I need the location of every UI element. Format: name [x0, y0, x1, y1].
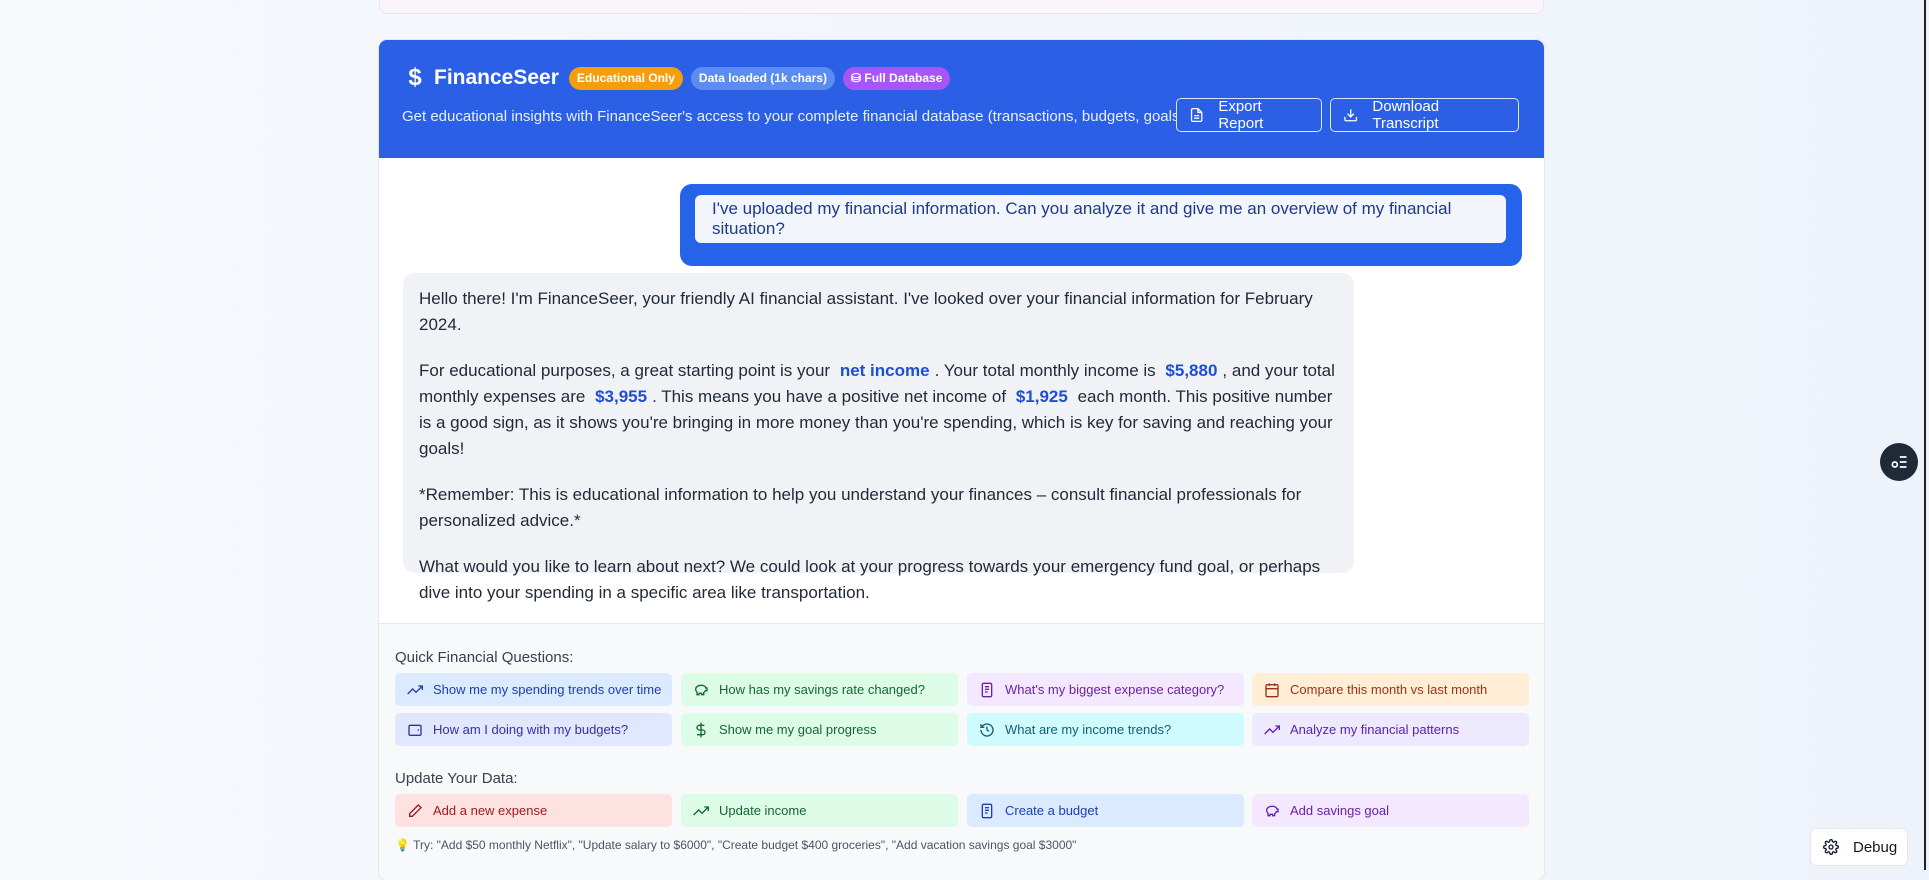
quick-question-budgets[interactable]: How am I doing with my budgets?: [395, 713, 672, 746]
quick-question-financial-patterns[interactable]: Analyze my financial patterns: [1252, 713, 1529, 746]
quick-question-savings-rate[interactable]: How has my savings rate changed?: [681, 673, 958, 706]
quick-question-biggest-expense[interactable]: What's my biggest expense category?: [967, 673, 1244, 706]
assistant-paragraph-3: *Remember: This is educational informati…: [419, 485, 1302, 530]
download-transcript-label: Download Transcript: [1372, 98, 1440, 132]
database-icon: ⛁: [850, 70, 862, 85]
download-transcript-button[interactable]: Download Transcript: [1330, 98, 1519, 132]
lightbulb-icon: 💡: [395, 838, 410, 852]
quick-question-spending-trends[interactable]: Show me my spending trends over time: [395, 673, 672, 706]
piggy-bank-icon: [1265, 805, 1279, 816]
assistant-message: Hello there! I'm FinanceSeer, your frien…: [403, 273, 1354, 602]
wallet-icon: [408, 724, 422, 736]
piggy-bank-icon: [694, 684, 708, 695]
dollar-sign-icon: $: [408, 64, 422, 91]
database-badge-label: Full Database: [864, 70, 943, 85]
dollar-sign-icon: [696, 722, 706, 737]
quick-question-compare-months[interactable]: Compare this month vs last month: [1252, 673, 1529, 706]
tip-text: Try: "Add $50 monthly Netflix", "Update …: [413, 838, 1077, 852]
receipt-icon: [981, 682, 993, 697]
download-icon: [1344, 109, 1358, 122]
header-subtitle: Get educational insights with FinanceSee…: [402, 108, 1185, 125]
previous-card-edge: [379, 0, 1544, 14]
chat-header: $ FinanceSeer Educational Only Data load…: [379, 40, 1544, 158]
add-expense-button[interactable]: Add a new expense: [395, 794, 672, 827]
highlight-income: $5,880: [1165, 361, 1218, 380]
file-text-icon: [1190, 107, 1203, 123]
quick-question-income-trends[interactable]: What are my income trends?: [967, 713, 1244, 746]
highlight-expenses: $3,955: [595, 387, 648, 406]
chip-label: Add savings goal: [1290, 803, 1390, 818]
chip-label: Compare this month vs last month: [1290, 682, 1488, 697]
assistant-paragraph-2: For educational purposes, a great starti…: [419, 358, 1338, 462]
quick-actions-area: Quick Financial Questions: Show me my sp…: [379, 623, 1544, 880]
gear-icon: [1823, 839, 1839, 855]
update-data-tip: 💡 Try: "Add $50 monthly Netflix", "Updat…: [395, 838, 1076, 852]
assistant-paragraph-1: Hello there! I'm FinanceSeer, your frien…: [419, 289, 1313, 334]
toggle-list-icon: [1891, 456, 1907, 468]
pencil-icon: [409, 803, 422, 817]
quick-question-goal-progress[interactable]: Show me my goal progress: [681, 713, 958, 746]
history-icon: [980, 722, 994, 737]
update-income-button[interactable]: Update income: [681, 794, 958, 827]
receipt-icon: [981, 803, 993, 818]
create-budget-button[interactable]: Create a budget: [967, 794, 1244, 827]
text-span: For educational purposes, a great starti…: [419, 361, 831, 380]
assistant-paragraph-4: What would you like to learn about next?…: [419, 557, 1321, 602]
brand-row: $ FinanceSeer Educational Only Data load…: [404, 64, 951, 92]
highlight-net-income: net income: [839, 361, 930, 380]
export-report-label: Export Report: [1218, 98, 1264, 132]
chip-label: Create a budget: [1005, 803, 1099, 818]
chip-label: Show me my goal progress: [719, 722, 877, 737]
quick-questions-label: Quick Financial Questions:: [395, 649, 574, 666]
export-report-button[interactable]: Export Report: [1176, 98, 1322, 132]
educational-badge: Educational Only: [568, 66, 683, 90]
update-data-label: Update Your Data:: [395, 770, 518, 787]
toggle-list-button[interactable]: [1880, 443, 1918, 481]
chip-label: What are my income trends?: [1005, 722, 1172, 737]
app-title: FinanceSeer: [434, 66, 559, 89]
financeseer-chat-panel: $ FinanceSeer Educational Only Data load…: [379, 40, 1544, 880]
trending-up-icon: [693, 805, 709, 815]
chip-label: Show me my spending trends over time: [433, 682, 662, 697]
user-message: I've uploaded my financial information. …: [680, 184, 1522, 266]
text-span: . This means you have a positive net inc…: [652, 387, 1007, 406]
chip-label: Add a new expense: [433, 803, 548, 818]
data-loaded-badge: Data loaded (1k chars): [690, 66, 835, 90]
trending-up-icon: [1264, 724, 1280, 734]
text-span: . Your total monthly income is: [934, 361, 1156, 380]
chip-label: What's my biggest expense category?: [1005, 682, 1225, 697]
chip-label: How has my savings rate changed?: [719, 682, 925, 697]
trending-up-icon: [407, 684, 423, 694]
calendar-icon: [1265, 682, 1279, 697]
database-badge: ⛁ Full Database: [842, 66, 951, 90]
debug-button[interactable]: Debug: [1810, 828, 1908, 866]
debug-label: Debug: [1853, 838, 1898, 856]
chip-label: How am I doing with my budgets?: [433, 722, 629, 737]
chip-label: Update income: [719, 803, 807, 818]
chat-messages: I've uploaded my financial information. …: [379, 158, 1544, 663]
highlight-net: $1,925: [1015, 387, 1068, 406]
chip-label: Analyze my financial patterns: [1290, 722, 1460, 737]
window-edge: [1924, 0, 1926, 870]
add-savings-goal-button[interactable]: Add savings goal: [1252, 794, 1529, 827]
user-message-text: I've uploaded my financial information. …: [695, 195, 1506, 243]
